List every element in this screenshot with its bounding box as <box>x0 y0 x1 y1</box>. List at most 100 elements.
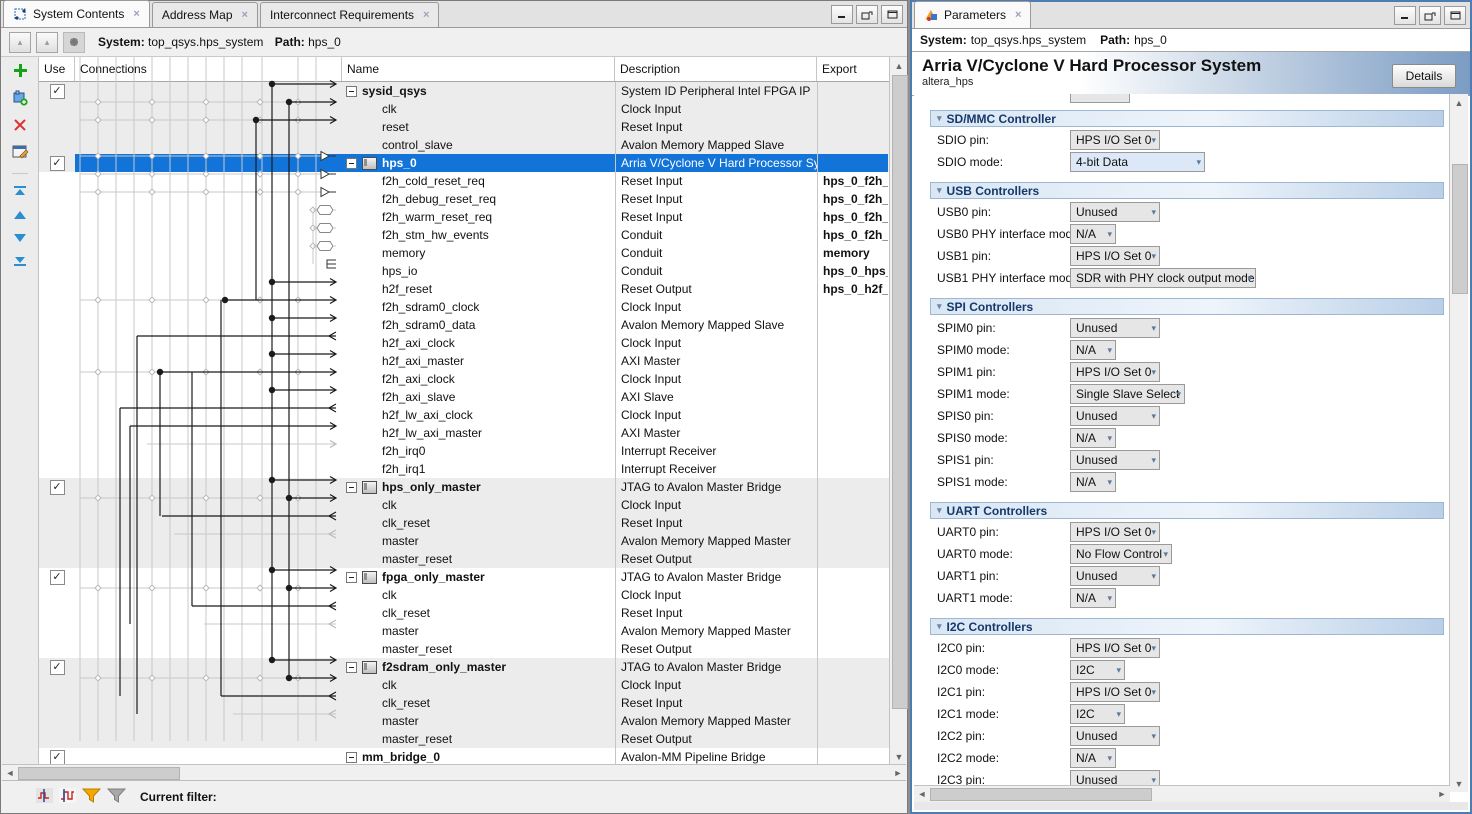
export-cell[interactable] <box>817 568 888 586</box>
table-row[interactable]: ✓hps_only_masterJTAG to Avalon Master Br… <box>39 478 889 496</box>
clock-crossing-icon[interactable] <box>36 788 53 806</box>
table-row[interactable]: f2h_axi_clockClock Input <box>39 370 889 388</box>
scroll-down-icon[interactable]: ▼ <box>1451 776 1467 791</box>
name-cell[interactable]: sysid_qsys <box>342 82 615 100</box>
export-cell[interactable] <box>817 658 888 676</box>
dropdown-spim0-pin[interactable]: Unused▾ <box>1070 318 1160 338</box>
collapse-triangle-icon[interactable]: ▾ <box>937 301 942 312</box>
collapse-box-icon[interactable] <box>346 752 357 763</box>
tab-close-icon[interactable]: × <box>423 9 429 21</box>
export-cell[interactable] <box>817 460 888 478</box>
section-header[interactable]: ▾SD/MMC Controller <box>930 110 1444 127</box>
name-cell[interactable]: clk_reset <box>342 694 615 712</box>
dropdown-i2c2-pin[interactable]: Unused▾ <box>1070 726 1160 746</box>
column-header-use[interactable]: Use <box>39 57 75 81</box>
connections-cell[interactable] <box>75 424 342 442</box>
export-cell[interactable] <box>817 604 888 622</box>
name-cell[interactable]: master_reset <box>342 550 615 568</box>
export-cell[interactable] <box>817 442 888 460</box>
section-header[interactable]: ▾SPI Controllers <box>930 298 1444 315</box>
connections-cell[interactable] <box>75 604 342 622</box>
export-cell[interactable] <box>817 514 888 532</box>
remove-icon[interactable] <box>13 118 27 135</box>
scrollbar-thumb[interactable] <box>18 767 180 780</box>
table-row[interactable]: masterAvalon Memory Mapped Master <box>39 622 889 640</box>
dropdown-uart0-mode[interactable]: No Flow Control▾ <box>1070 544 1172 564</box>
export-cell[interactable] <box>817 82 888 100</box>
export-cell[interactable] <box>817 154 888 172</box>
table-row[interactable]: h2f_lw_axi_masterAXI Master <box>39 424 889 442</box>
name-cell[interactable]: master <box>342 712 615 730</box>
connections-cell[interactable] <box>75 640 342 658</box>
scroll-right-icon[interactable]: ► <box>891 766 905 779</box>
tab-interconnect-requirements[interactable]: Interconnect Requirements × <box>260 2 440 27</box>
tab-close-icon[interactable]: × <box>1015 9 1021 21</box>
export-cell[interactable] <box>817 496 888 514</box>
dropdown-spim1-pin[interactable]: HPS I/O Set 0▾ <box>1070 362 1160 382</box>
export-cell[interactable]: hps_0_f2h_stm_hw_events <box>817 226 888 244</box>
name-cell[interactable]: h2f_axi_clock <box>342 334 615 352</box>
name-cell[interactable]: h2f_axi_master <box>342 352 615 370</box>
name-cell[interactable]: control_slave <box>342 136 615 154</box>
dropdown-spis0-mode[interactable]: N/A▾ <box>1070 428 1116 448</box>
scroll-left-icon[interactable]: ◄ <box>915 787 929 800</box>
name-cell[interactable]: master <box>342 532 615 550</box>
table-row[interactable]: f2h_cold_reset_reqReset Inputhps_0_f2h_c… <box>39 172 889 190</box>
float-button[interactable] <box>1419 6 1441 25</box>
dropdown-i2c1-mode[interactable]: I2C▾ <box>1070 704 1125 724</box>
name-cell[interactable]: f2h_debug_reset_req <box>342 190 615 208</box>
scrollbar-thumb[interactable] <box>1452 164 1468 294</box>
name-cell[interactable]: memory <box>342 244 615 262</box>
export-cell[interactable] <box>817 406 888 424</box>
table-row[interactable]: ✓sysid_qsysSystem ID Peripheral Intel FP… <box>39 82 889 100</box>
timing-adapter-icon[interactable] <box>59 788 76 806</box>
table-row[interactable]: clkClock Input <box>39 586 889 604</box>
connections-cell[interactable] <box>75 136 342 154</box>
column-header-name[interactable]: Name <box>342 57 615 81</box>
dropdown-spis1-pin[interactable]: Unused▾ <box>1070 450 1160 470</box>
tab-address-map[interactable]: Address Map × <box>152 2 258 27</box>
clear-filter-icon[interactable] <box>107 787 126 806</box>
name-cell[interactable]: f2h_sdram0_data <box>342 316 615 334</box>
collapse-box-icon[interactable] <box>346 482 357 493</box>
name-cell[interactable]: clk_reset <box>342 514 615 532</box>
connections-cell[interactable] <box>75 388 342 406</box>
export-cell[interactable]: hps_0_f2h_cold_reset_req <box>817 172 888 190</box>
name-cell[interactable]: clk <box>342 100 615 118</box>
right-horizontal-scrollbar[interactable]: ◄ ► <box>914 785 1450 802</box>
table-row[interactable]: f2h_irq1Interrupt Receiver <box>39 460 889 478</box>
add-ip-icon[interactable] <box>12 90 29 109</box>
connections-cell[interactable] <box>75 262 342 280</box>
move-bottom-icon[interactable] <box>13 255 27 270</box>
scroll-up-icon[interactable]: ▲ <box>891 58 907 73</box>
move-top-icon[interactable] <box>13 185 27 200</box>
connections-cell[interactable] <box>75 442 342 460</box>
table-row[interactable]: ✓mm_bridge_0Avalon-MM Pipeline Bridge <box>39 748 889 765</box>
export-cell[interactable] <box>817 370 888 388</box>
table-row[interactable]: clk_resetReset Input <box>39 604 889 622</box>
export-cell[interactable] <box>817 316 888 334</box>
collapse-box-icon[interactable] <box>346 662 357 673</box>
export-cell[interactable] <box>817 532 888 550</box>
connections-cell[interactable] <box>75 550 342 568</box>
name-cell[interactable]: h2f_lw_axi_master <box>342 424 615 442</box>
export-cell[interactable] <box>817 352 888 370</box>
connections-cell[interactable] <box>75 478 342 496</box>
dropdown-i2c0-mode[interactable]: I2C▾ <box>1070 660 1125 680</box>
name-cell[interactable]: mm_bridge_0 <box>342 748 615 765</box>
connections-cell[interactable] <box>75 280 342 298</box>
name-cell[interactable]: clk <box>342 676 615 694</box>
export-cell[interactable]: hps_0_hps_io <box>817 262 888 280</box>
name-cell[interactable]: f2h_cold_reset_req <box>342 172 615 190</box>
table-row[interactable]: ✓hps_0Arria V/Cyclone V Hard Processor S… <box>39 154 889 172</box>
use-checkbox[interactable]: ✓ <box>50 750 65 765</box>
name-cell[interactable]: master_reset <box>342 730 615 748</box>
export-cell[interactable] <box>817 298 888 316</box>
use-checkbox[interactable]: ✓ <box>50 660 65 675</box>
connections-cell[interactable] <box>75 568 342 586</box>
export-cell[interactable] <box>817 550 888 568</box>
table-row[interactable]: h2f_lw_axi_clockClock Input <box>39 406 889 424</box>
connections-cell[interactable] <box>75 352 342 370</box>
name-cell[interactable]: hps_only_master <box>342 478 615 496</box>
table-row[interactable]: clkClock Input <box>39 100 889 118</box>
